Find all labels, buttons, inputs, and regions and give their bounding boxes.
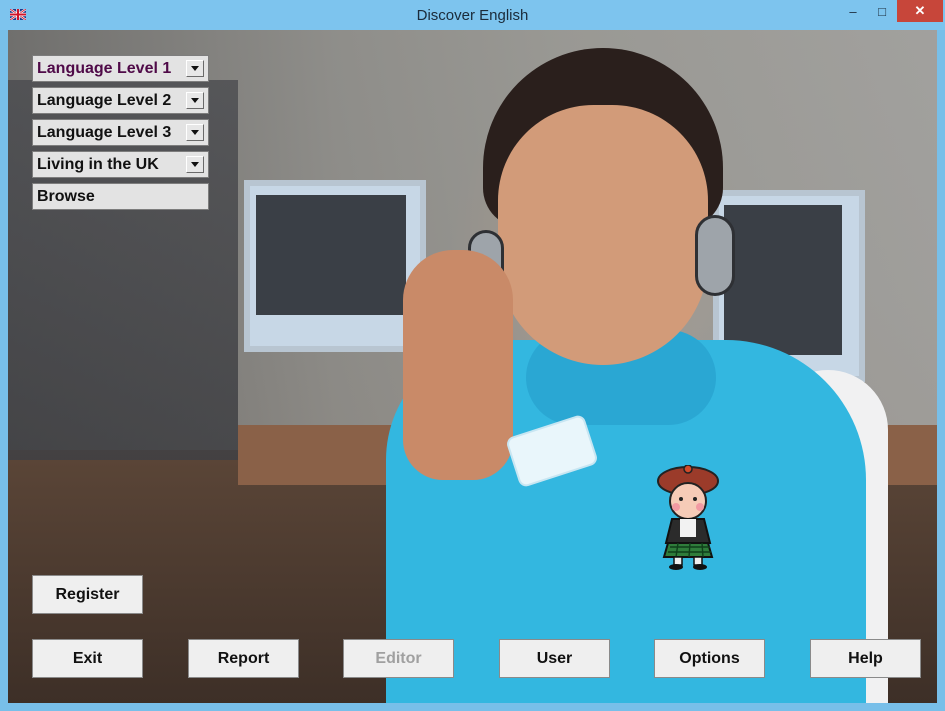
background-monitor-screen	[724, 205, 842, 355]
headset-right-icon	[695, 215, 735, 296]
user-button[interactable]: User	[499, 639, 610, 678]
menu-browse[interactable]: Browse	[32, 183, 209, 210]
help-button[interactable]: Help	[810, 639, 921, 678]
title-bar[interactable]: Discover English – □ ✕	[0, 0, 945, 30]
scottish-boy-mascot-icon	[657, 465, 719, 570]
options-button[interactable]: Options	[654, 639, 765, 678]
menu-label: Language Level 1	[37, 59, 172, 77]
background-monitor-screen	[256, 195, 406, 315]
dropdown-arrow-icon[interactable]	[186, 92, 204, 109]
editor-button: Editor	[343, 639, 454, 678]
menu-label: Browse	[37, 187, 95, 205]
dropdown-arrow-icon[interactable]	[186, 124, 204, 141]
photo-thumbs-up	[403, 250, 513, 480]
menu-language-level-1[interactable]: Language Level 1	[32, 55, 209, 82]
menu-label: Living in the UK	[37, 155, 159, 173]
window-title: Discover English	[416, 7, 529, 24]
minimize-button[interactable]: –	[838, 0, 868, 22]
menu-label: Language Level 2	[37, 91, 172, 109]
exit-button[interactable]: Exit	[32, 639, 143, 678]
dropdown-arrow-icon[interactable]	[186, 60, 204, 77]
dropdown-arrow-icon[interactable]	[186, 156, 204, 173]
close-button[interactable]: ✕	[897, 0, 943, 22]
menu-label: Language Level 3	[37, 123, 172, 141]
photo-face	[498, 105, 708, 365]
menu-language-level-3[interactable]: Language Level 3	[32, 119, 209, 146]
maximize-button[interactable]: □	[868, 0, 896, 22]
main-panel: Language Level 1 Language Level 2 Langua…	[8, 30, 937, 703]
menu-language-level-2[interactable]: Language Level 2	[32, 87, 209, 114]
register-button[interactable]: Register	[32, 575, 143, 614]
app-window: Discover English – □ ✕ Language Level 1 …	[0, 0, 945, 711]
report-button[interactable]: Report	[188, 639, 299, 678]
menu-living-in-the-uk[interactable]: Living in the UK	[32, 151, 209, 178]
